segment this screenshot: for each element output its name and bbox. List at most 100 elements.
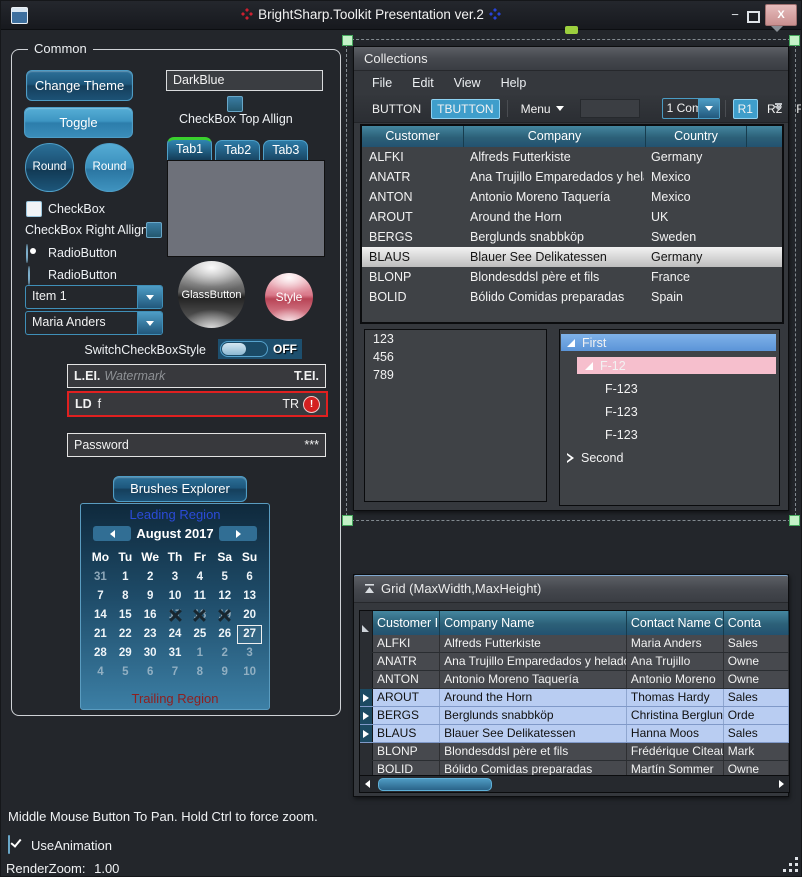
grid-row[interactable]: BERGSBerglunds snabbköpChristina Berglun… <box>360 707 789 725</box>
grid-cell[interactable]: Hanna Moos <box>627 725 724 742</box>
calendar-day[interactable]: 28 <box>88 644 113 663</box>
combo-item-arrow[interactable] <box>137 286 162 308</box>
round-button-1[interactable]: Round <box>25 143 74 192</box>
grid-row[interactable]: ALFKIAlfreds FutterkisteMaria AndersSale… <box>360 635 789 653</box>
radio-button-1[interactable] <box>26 244 28 263</box>
grid-cell[interactable]: Thomas Hardy <box>627 689 724 706</box>
glass-button[interactable]: GlassButton <box>178 261 245 328</box>
calendar-day[interactable]: 1 <box>187 644 212 663</box>
calendar-day[interactable]: 13 <box>237 587 262 606</box>
scrollbar-thumb[interactable] <box>378 778 492 791</box>
title-bar[interactable]: BrightSharp.Toolkit Presentation ver.2 −… <box>1 1 801 30</box>
grid-title-bar[interactable]: Grid (MaxWidth,MaxHeight) <box>354 575 788 603</box>
calendar-day[interactable]: 18 <box>187 606 212 625</box>
collapse-icon[interactable] <box>364 584 375 594</box>
calendar-day[interactable]: 12 <box>212 587 237 606</box>
row-header[interactable] <box>360 707 373 724</box>
grid-cell[interactable]: Frédérique Citeaux <box>627 743 724 760</box>
calendar-day[interactable]: 6 <box>237 568 262 587</box>
grid-cell[interactable]: BLONP <box>373 743 440 760</box>
grid-cell[interactable]: Antonio Moreno Taquería <box>440 671 627 688</box>
resize-handle-bottom-left[interactable] <box>342 515 353 526</box>
grid-cell[interactable]: Sales <box>724 689 789 706</box>
grid-column-header-1[interactable]: Company Name <box>440 611 627 635</box>
calendar-day[interactable]: 5 <box>113 663 138 682</box>
resize-handle-top-right[interactable] <box>789 35 800 46</box>
calendar-day[interactable]: 19 <box>212 606 237 625</box>
combo-item[interactable]: Item 1 <box>25 285 163 309</box>
maximize-button[interactable] <box>744 6 762 25</box>
grid-cell[interactable]: BERGS <box>373 707 440 724</box>
list-item[interactable]: 789 <box>365 366 546 384</box>
column-header-country[interactable]: Country <box>646 126 747 147</box>
calendar-day[interactable]: 31 <box>88 568 113 587</box>
calendar-day[interactable]: 7 <box>163 663 188 682</box>
grid-row[interactable]: BLONPBlondesddsl père et filsFrédérique … <box>360 743 789 761</box>
calendar-day[interactable]: 6 <box>138 663 163 682</box>
calendar-day[interactable]: 17 <box>163 606 188 625</box>
tree-item-f-12[interactable]: F-12 <box>577 357 776 374</box>
calendar-day[interactable]: 23 <box>138 625 163 644</box>
resize-grip-icon[interactable] <box>784 858 798 872</box>
switch-track[interactable] <box>220 341 268 357</box>
horizontal-scrollbar[interactable] <box>360 775 789 792</box>
tree-item-f-123[interactable]: F-123 <box>561 426 776 443</box>
grid-cell[interactable]: Owne <box>724 671 789 688</box>
calendar-day[interactable]: 10 <box>163 587 188 606</box>
datagrid-corner[interactable] <box>360 611 373 635</box>
calendar-day[interactable]: 9 <box>212 663 237 682</box>
toolbar-combobox-arrow[interactable] <box>698 99 719 118</box>
calendar-day[interactable]: 14 <box>88 606 113 625</box>
calendar-day[interactable]: 3 <box>163 568 188 587</box>
grid-column-header-3[interactable]: Conta <box>724 611 789 635</box>
table-row[interactable]: BERGSBerglunds snabbköpSweden <box>362 227 782 247</box>
tree-item-f-123[interactable]: F-123 <box>561 403 776 420</box>
tab-tab3[interactable]: Tab3 <box>263 140 308 160</box>
switch-thumb[interactable] <box>222 343 246 355</box>
menu-help[interactable]: Help <box>491 74 537 92</box>
table-row[interactable]: AROUTAround the HornUK <box>362 207 782 227</box>
grid-cell[interactable]: Orde <box>724 707 789 724</box>
calendar-day[interactable]: 16 <box>138 606 163 625</box>
scroll-left-button[interactable] <box>360 780 375 788</box>
calendar-day[interactable]: 4 <box>187 568 212 587</box>
grid-column-header-2[interactable]: Contact Name CN <box>627 611 724 635</box>
calendar-day[interactable]: 25 <box>187 625 212 644</box>
watermark-textbox[interactable]: L.EI. Watermark T.EI. <box>67 364 326 388</box>
calendar-next-button[interactable] <box>219 526 257 541</box>
grid-cell[interactable]: AROUT <box>373 689 440 706</box>
calendar-day[interactable]: 30 <box>138 644 163 663</box>
grid-cell[interactable]: Ana Trujillo Emparedados y helados <box>440 653 627 670</box>
change-theme-button[interactable]: Change Theme <box>26 70 133 101</box>
calendar-day[interactable]: 4 <box>88 663 113 682</box>
row-header[interactable] <box>360 635 373 652</box>
toolbar-radio-r1[interactable]: R1 <box>733 99 758 119</box>
round-button-2[interactable]: Round <box>85 143 134 192</box>
resize-handle-top-left[interactable] <box>342 35 353 46</box>
combo-customer-arrow[interactable] <box>137 312 162 334</box>
calendar-day[interactable]: 24 <box>163 625 188 644</box>
grid-cell[interactable]: Mark <box>724 743 789 760</box>
use-animation-checkbox[interactable] <box>8 835 10 854</box>
row-header[interactable] <box>360 743 373 760</box>
combo-customer[interactable]: Maria Anders <box>25 311 163 335</box>
table-row[interactable]: BLAUSBlauer See DelikatessenGermany <box>362 247 782 267</box>
calendar-day[interactable]: 2 <box>138 568 163 587</box>
grid-cell[interactable]: ALFKI <box>373 635 440 652</box>
calendar-day[interactable]: 8 <box>113 587 138 606</box>
checkbox-top-align[interactable] <box>227 96 243 112</box>
toolbar-overflow-button[interactable] <box>774 103 782 110</box>
menu-file[interactable]: File <box>362 74 402 92</box>
table-row[interactable]: BOLIDBólido Comidas preparadasSpain <box>362 287 782 307</box>
row-header[interactable] <box>360 653 373 670</box>
calendar-day[interactable]: 5 <box>212 568 237 587</box>
resize-handle-bottom-right[interactable] <box>789 515 800 526</box>
toolbar-toggle-button[interactable]: TBUTTON <box>431 99 499 119</box>
grid-cell[interactable]: Sales <box>724 635 789 652</box>
grid-cell[interactable]: Blauer See Delikatessen <box>440 725 627 742</box>
calendar-day[interactable]: 10 <box>237 663 262 682</box>
calendar-day[interactable]: 29 <box>113 644 138 663</box>
column-header-customer[interactable]: Customer <box>362 126 464 147</box>
scroll-right-button[interactable] <box>774 780 789 788</box>
grid-cell[interactable]: Berglunds snabbköp <box>440 707 627 724</box>
